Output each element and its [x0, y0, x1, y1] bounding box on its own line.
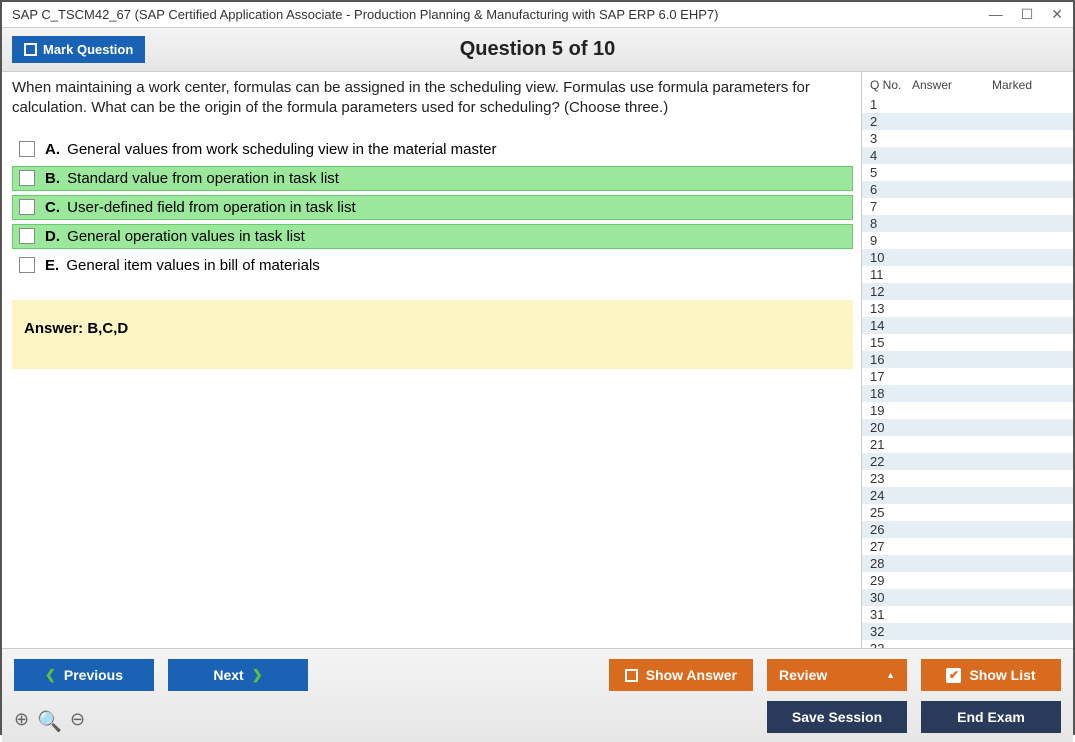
window-title: SAP C_TSCM42_67 (SAP Certified Applicati… — [12, 7, 718, 22]
question-row[interactable]: 26 — [862, 521, 1073, 538]
option-B[interactable]: B. Standard value from operation in task… — [12, 166, 853, 191]
content-area: When maintaining a work center, formulas… — [2, 72, 1073, 648]
question-row[interactable]: 17 — [862, 368, 1073, 385]
question-row[interactable]: 20 — [862, 419, 1073, 436]
save-session-label: Save Session — [792, 709, 882, 725]
option-E[interactable]: E. General item values in bill of materi… — [12, 253, 853, 278]
option-text: E. General item values in bill of materi… — [45, 257, 320, 274]
option-text: C. User-defined field from operation in … — [45, 199, 356, 216]
bottom-bar: ❮ Previous Next ❯ Show Answer Review ▲ ✔… — [2, 648, 1073, 742]
question-list-panel: Q No. Answer Marked 12345678910111213141… — [861, 72, 1073, 648]
question-row[interactable]: 23 — [862, 470, 1073, 487]
answer-box: Answer: B,C,D — [12, 300, 853, 369]
question-list-body[interactable]: 1234567891011121314151617181920212223242… — [862, 96, 1073, 648]
main-panel: When maintaining a work center, formulas… — [2, 72, 861, 648]
options-list: A. General values from work scheduling v… — [12, 137, 853, 278]
question-row[interactable]: 4 — [862, 147, 1073, 164]
next-button[interactable]: Next ❯ — [168, 659, 308, 691]
question-row[interactable]: 33 — [862, 640, 1073, 648]
chevron-left-icon: ❮ — [45, 667, 56, 683]
question-row[interactable]: 5 — [862, 164, 1073, 181]
review-label: Review — [779, 667, 827, 683]
question-row[interactable]: 14 — [862, 317, 1073, 334]
button-row-1: ❮ Previous Next ❯ Show Answer Review ▲ ✔… — [14, 659, 1061, 691]
question-row[interactable]: 8 — [862, 215, 1073, 232]
zoom-out-icon[interactable]: ⊖ — [70, 709, 85, 734]
question-row[interactable]: 2 — [862, 113, 1073, 130]
checkbox-icon[interactable] — [19, 257, 35, 273]
question-row[interactable]: 28 — [862, 555, 1073, 572]
question-row[interactable]: 15 — [862, 334, 1073, 351]
show-list-label: Show List — [969, 667, 1035, 683]
end-exam-button[interactable]: End Exam — [921, 701, 1061, 733]
option-A[interactable]: A. General values from work scheduling v… — [12, 137, 853, 162]
zoom-reset-icon[interactable]: ⊕ — [14, 709, 29, 734]
checkbox-icon[interactable] — [19, 228, 35, 244]
titlebar: SAP C_TSCM42_67 (SAP Certified Applicati… — [2, 2, 1073, 27]
question-row[interactable]: 16 — [862, 351, 1073, 368]
question-row[interactable]: 7 — [862, 198, 1073, 215]
show-answer-label: Show Answer — [646, 667, 737, 683]
question-row[interactable]: 9 — [862, 232, 1073, 249]
question-row[interactable]: 6 — [862, 181, 1073, 198]
maximize-icon[interactable]: ☐ — [1021, 6, 1034, 23]
triangle-up-icon: ▲ — [886, 670, 895, 680]
next-label: Next — [213, 667, 243, 683]
question-row[interactable]: 30 — [862, 589, 1073, 606]
checkbox-icon[interactable] — [19, 170, 35, 186]
question-counter: Question 5 of 10 — [460, 38, 616, 61]
chevron-right-icon: ❯ — [252, 667, 263, 683]
question-row[interactable]: 21 — [862, 436, 1073, 453]
zoom-controls: ⊕ 🔍 ⊖ — [14, 709, 85, 734]
save-session-button[interactable]: Save Session — [767, 701, 907, 733]
checkbox-icon — [625, 669, 638, 682]
col-marked: Marked — [992, 78, 1069, 92]
question-row[interactable]: 10 — [862, 249, 1073, 266]
checkbox-icon — [24, 43, 37, 56]
question-row[interactable]: 12 — [862, 283, 1073, 300]
mark-question-label: Mark Question — [43, 42, 133, 57]
col-answer: Answer — [912, 78, 992, 92]
question-list-header: Q No. Answer Marked — [862, 72, 1073, 96]
option-C[interactable]: C. User-defined field from operation in … — [12, 195, 853, 220]
question-row[interactable]: 31 — [862, 606, 1073, 623]
option-text: D. General operation values in task list — [45, 228, 305, 245]
close-icon[interactable]: ✕ — [1051, 6, 1063, 23]
show-list-button[interactable]: ✔ Show List — [921, 659, 1061, 691]
show-answer-button[interactable]: Show Answer — [609, 659, 753, 691]
window-controls: — ☐ ✕ — [989, 6, 1063, 23]
review-button[interactable]: Review ▲ — [767, 659, 907, 691]
end-exam-label: End Exam — [957, 709, 1025, 725]
question-row[interactable]: 19 — [862, 402, 1073, 419]
topbar: Mark Question Question 5 of 10 — [2, 27, 1073, 72]
option-text: B. Standard value from operation in task… — [45, 170, 339, 187]
question-row[interactable]: 32 — [862, 623, 1073, 640]
button-row-2: ⊕ 🔍 ⊖ Save Session End Exam — [14, 699, 1061, 734]
col-qno: Q No. — [870, 78, 912, 92]
option-D[interactable]: D. General operation values in task list — [12, 224, 853, 249]
question-row[interactable]: 11 — [862, 266, 1073, 283]
question-row[interactable]: 25 — [862, 504, 1073, 521]
question-row[interactable]: 18 — [862, 385, 1073, 402]
question-row[interactable]: 29 — [862, 572, 1073, 589]
option-text: A. General values from work scheduling v… — [45, 141, 497, 158]
question-row[interactable]: 24 — [862, 487, 1073, 504]
mark-question-button[interactable]: Mark Question — [12, 36, 145, 63]
question-row[interactable]: 3 — [862, 130, 1073, 147]
minimize-icon[interactable]: — — [989, 6, 1003, 23]
zoom-in-icon[interactable]: 🔍 — [37, 709, 62, 734]
question-row[interactable]: 13 — [862, 300, 1073, 317]
checkbox-icon[interactable] — [19, 199, 35, 215]
question-row[interactable]: 22 — [862, 453, 1073, 470]
previous-label: Previous — [64, 667, 123, 683]
question-row[interactable]: 1 — [862, 96, 1073, 113]
previous-button[interactable]: ❮ Previous — [14, 659, 154, 691]
checkbox-icon[interactable] — [19, 141, 35, 157]
question-row[interactable]: 27 — [862, 538, 1073, 555]
question-text: When maintaining a work center, formulas… — [12, 78, 853, 119]
check-icon: ✔ — [946, 668, 961, 683]
